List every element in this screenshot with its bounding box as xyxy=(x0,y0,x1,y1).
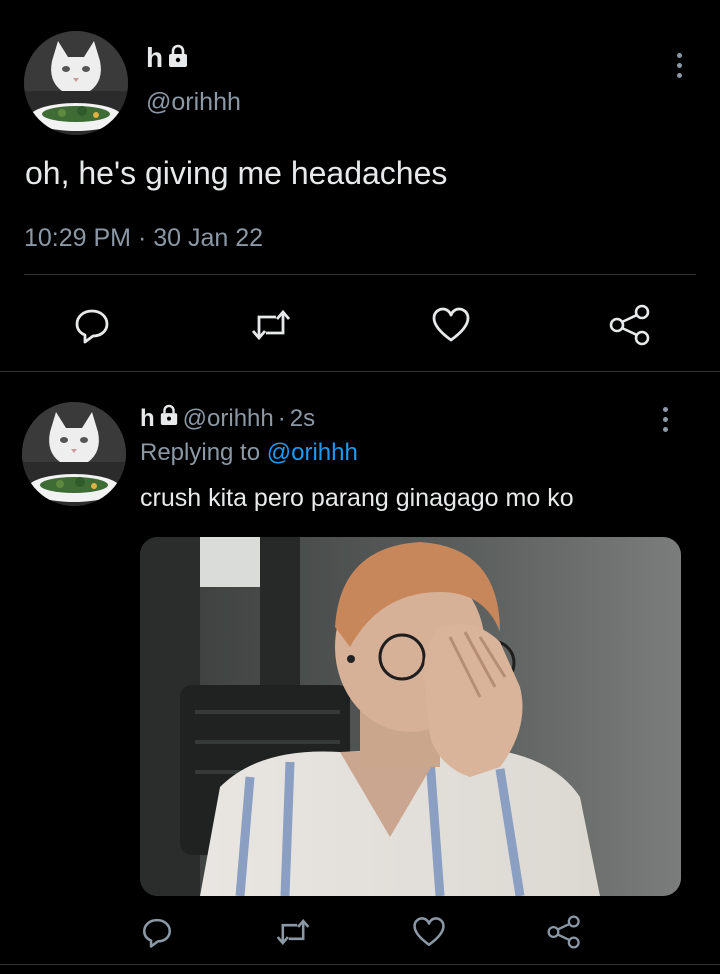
cat-avatar-reply[interactable] xyxy=(22,402,126,506)
lock-icon xyxy=(159,404,179,433)
timestamp: 10:29 PM · 30 Jan 22 xyxy=(24,224,263,253)
reply-icon[interactable] xyxy=(72,305,112,345)
reply-age: 2s xyxy=(289,404,316,432)
retweet-icon[interactable] xyxy=(249,305,293,345)
reply-text: crush kita pero parang ginagago mo ko xyxy=(140,484,574,512)
more-vertical-icon[interactable] xyxy=(667,45,691,85)
reply-name-row: h @orihhh · 2s xyxy=(140,404,315,433)
like-icon[interactable] xyxy=(431,305,471,345)
main-tweet: h @orihhh oh, he's giving me headaches 1… xyxy=(0,0,720,372)
like-icon[interactable] xyxy=(412,915,446,949)
reply-action-bar xyxy=(140,912,582,952)
retweet-icon[interactable] xyxy=(274,915,312,949)
share-icon[interactable] xyxy=(546,915,582,949)
divider xyxy=(24,274,696,275)
main-action-bar xyxy=(72,302,652,348)
share-icon[interactable] xyxy=(608,304,652,346)
tweet-date: 30 Jan 22 xyxy=(153,224,264,252)
author-handle[interactable]: @orihhh xyxy=(146,88,241,117)
replying-to: Replying to @orihhh xyxy=(140,439,358,467)
more-vertical-icon[interactable] xyxy=(653,399,677,439)
author-name[interactable]: h xyxy=(146,42,163,74)
tweet-separator xyxy=(0,371,720,372)
bottom-divider xyxy=(0,964,720,965)
tweet-text: oh, he's giving me headaches xyxy=(25,155,448,191)
main-name-row: h xyxy=(146,42,189,74)
tweet-time: 10:29 PM xyxy=(24,224,132,252)
reply-icon[interactable] xyxy=(140,915,174,949)
meta-separator: · xyxy=(137,224,147,252)
reply-author-handle[interactable]: @orihhh xyxy=(183,405,274,433)
replying-handle-link[interactable]: @orihhh xyxy=(267,439,358,466)
replying-prefix: Replying to xyxy=(140,439,261,466)
lock-icon xyxy=(167,44,189,73)
reply-photo[interactable] xyxy=(140,537,681,896)
reply-author-name[interactable]: h xyxy=(140,405,155,433)
age-separator: · xyxy=(277,404,286,432)
cat-avatar[interactable] xyxy=(24,31,128,135)
